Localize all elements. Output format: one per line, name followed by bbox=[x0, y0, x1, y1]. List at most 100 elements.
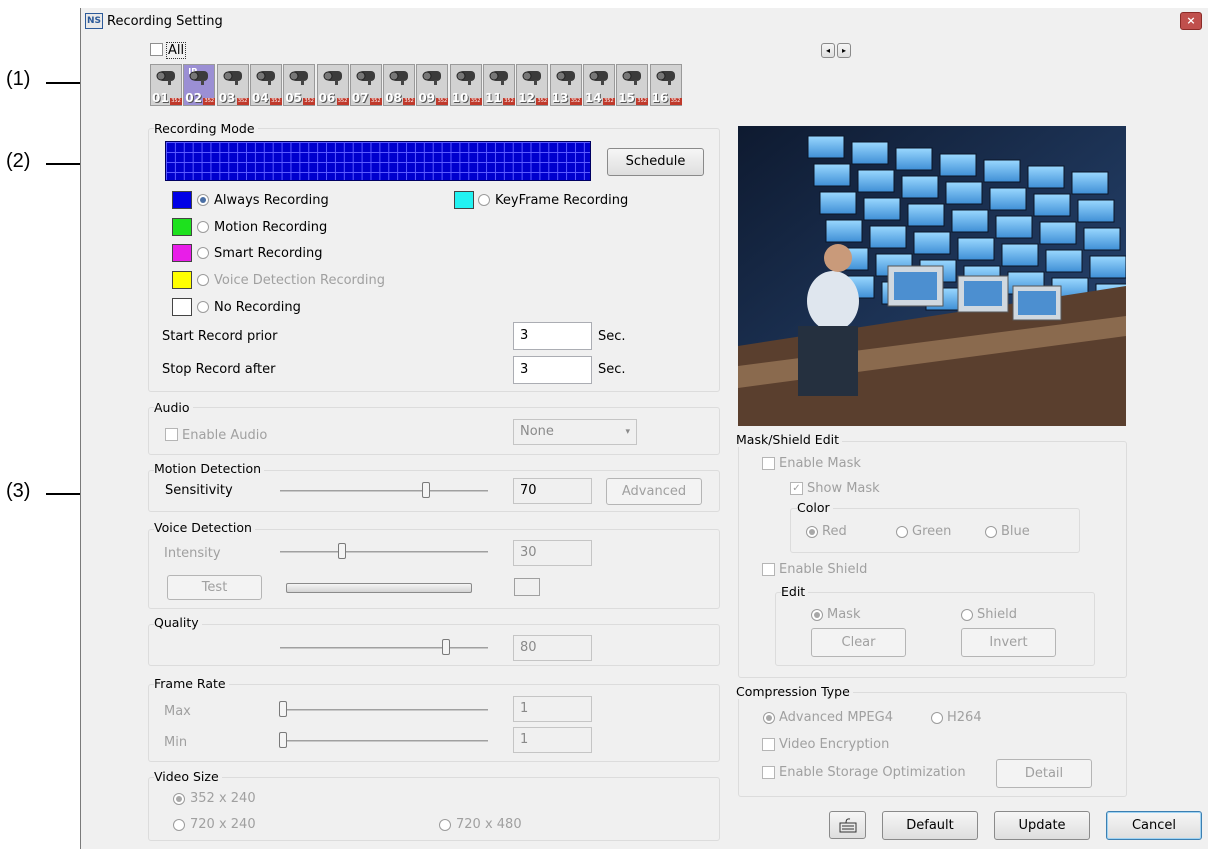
audio-source-dropdown[interactable]: None ▾ bbox=[513, 419, 637, 445]
smart-recording-radio[interactable] bbox=[197, 247, 209, 259]
show-mask-checkbox[interactable]: ✓ bbox=[790, 482, 803, 495]
sensitivity-value[interactable]: 70 bbox=[513, 478, 592, 504]
camera-icon bbox=[556, 71, 575, 85]
update-button[interactable]: Update bbox=[994, 811, 1090, 840]
color-red-radio[interactable] bbox=[806, 526, 818, 538]
size-720x480-radio[interactable] bbox=[439, 819, 451, 831]
size-352x240-radio[interactable] bbox=[173, 793, 185, 805]
camera-08-button[interactable]: 08 352 bbox=[383, 64, 416, 106]
h264-radio[interactable] bbox=[931, 712, 943, 724]
camera-number: 02 bbox=[185, 91, 202, 105]
resolution-tag: 352 bbox=[469, 98, 482, 105]
camera-number: 08 bbox=[385, 91, 402, 105]
keyframe-recording-radio[interactable] bbox=[478, 194, 490, 206]
no-recording-radio[interactable] bbox=[197, 301, 209, 313]
motion-recording-label: Motion Recording bbox=[214, 220, 328, 235]
frame-rate-min-thumb[interactable] bbox=[279, 732, 287, 748]
enable-mask-checkbox[interactable] bbox=[762, 457, 775, 470]
resolution-tag: 352 bbox=[536, 98, 549, 105]
callout-2: (2) bbox=[6, 150, 31, 172]
stop-after-field[interactable]: 3 bbox=[513, 356, 592, 384]
frame-rate-max-value[interactable]: 1 bbox=[513, 696, 592, 722]
frame-rate-title: Frame Rate bbox=[154, 676, 229, 691]
wall-monitor bbox=[863, 197, 901, 221]
all-cameras-checkbox[interactable] bbox=[150, 43, 163, 56]
advanced-button[interactable]: Advanced bbox=[606, 478, 702, 505]
wall-monitor bbox=[895, 147, 933, 171]
wall-monitor bbox=[857, 169, 895, 193]
camera-03-button[interactable]: 03 352 bbox=[216, 64, 249, 106]
camera-14-button[interactable]: 14 352 bbox=[582, 64, 615, 106]
wall-monitor bbox=[1033, 193, 1071, 217]
default-button[interactable]: Default bbox=[882, 811, 978, 840]
camera-next-button[interactable]: ▸ bbox=[837, 43, 851, 58]
camera-02-button[interactable]: IP 02 352 bbox=[183, 64, 216, 106]
camera-07-button[interactable]: 07 352 bbox=[349, 64, 382, 106]
camera-16-button[interactable]: 16 352 bbox=[649, 64, 682, 106]
start-prior-field[interactable]: 3 bbox=[513, 322, 592, 350]
cancel-button[interactable]: Cancel bbox=[1106, 811, 1202, 840]
motion-recording-radio[interactable] bbox=[197, 221, 209, 233]
callout-3: (3) bbox=[6, 480, 31, 502]
color-green-radio[interactable] bbox=[896, 526, 908, 538]
resolution-tag: 352 bbox=[269, 98, 282, 105]
quality-slider-thumb[interactable] bbox=[442, 639, 451, 655]
intensity-slider[interactable] bbox=[280, 551, 488, 553]
frame-rate-max-label: Max bbox=[164, 704, 191, 719]
frame-rate-max-slider[interactable] bbox=[280, 709, 488, 711]
test-button[interactable]: Test bbox=[167, 575, 262, 600]
quality-value[interactable]: 80 bbox=[513, 635, 592, 661]
camera-06-button[interactable]: 06 352 bbox=[316, 64, 349, 106]
storage-optimization-checkbox[interactable] bbox=[762, 766, 775, 779]
enable-audio-label: Enable Audio bbox=[182, 428, 268, 443]
camera-prev-button[interactable]: ◂ bbox=[821, 43, 835, 58]
frame-rate-max-thumb[interactable] bbox=[279, 701, 287, 717]
mpeg4-radio[interactable] bbox=[763, 712, 775, 724]
camera-12-button[interactable]: 12 352 bbox=[516, 64, 549, 106]
edit-shield-radio[interactable] bbox=[961, 609, 973, 621]
camera-11-button[interactable]: 11 352 bbox=[483, 64, 515, 106]
camera-09-button[interactable]: 09 352 bbox=[416, 64, 449, 106]
schedule-button[interactable]: Schedule bbox=[607, 148, 704, 176]
camera-10-button[interactable]: 10 352 bbox=[449, 64, 482, 106]
color-blue-radio[interactable] bbox=[985, 526, 997, 538]
resolution-tag: 352 bbox=[303, 98, 316, 105]
audio-title: Audio bbox=[154, 400, 193, 415]
clear-button[interactable]: Clear bbox=[811, 628, 906, 657]
sensitivity-slider[interactable] bbox=[280, 490, 488, 492]
size-720x480-label: 720 x 480 bbox=[456, 817, 522, 832]
sensitivity-slider-thumb[interactable] bbox=[421, 482, 430, 498]
intensity-slider-thumb[interactable] bbox=[338, 543, 347, 559]
motion-color-swatch bbox=[172, 218, 192, 236]
camera-05-button[interactable]: 05 352 bbox=[283, 64, 316, 106]
schedule-timeline[interactable] bbox=[165, 141, 591, 181]
video-encryption-checkbox[interactable] bbox=[762, 738, 775, 751]
camera-number: 04 bbox=[251, 91, 269, 105]
callout-1: (1) bbox=[6, 68, 31, 90]
edit-mask-radio[interactable] bbox=[811, 609, 823, 621]
recording-mode-title: Recording Mode bbox=[154, 121, 258, 136]
edit-title: Edit bbox=[781, 584, 809, 599]
invert-button[interactable]: Invert bbox=[961, 628, 1056, 657]
always-recording-radio[interactable] bbox=[197, 194, 209, 206]
camera-04-button[interactable]: 04 352 bbox=[249, 64, 282, 106]
wall-monitor bbox=[819, 191, 857, 215]
camera-13-button[interactable]: 13 352 bbox=[549, 64, 582, 106]
enable-audio-checkbox[interactable] bbox=[165, 428, 178, 441]
wall-monitor bbox=[869, 225, 907, 249]
keyboard-button[interactable] bbox=[829, 811, 866, 839]
detail-button[interactable]: Detail bbox=[996, 759, 1092, 788]
audio-source-value: None bbox=[520, 424, 554, 439]
frame-rate-min-value[interactable]: 1 bbox=[513, 727, 592, 753]
enable-shield-checkbox[interactable] bbox=[762, 563, 775, 576]
voice-recording-radio[interactable] bbox=[197, 274, 209, 286]
resolution-tag: 352 bbox=[236, 98, 249, 105]
camera-15-button[interactable]: 15 352 bbox=[616, 64, 649, 106]
intensity-value[interactable]: 30 bbox=[513, 540, 592, 566]
size-720x240-radio[interactable] bbox=[173, 819, 185, 831]
frame-rate-min-slider[interactable] bbox=[280, 740, 488, 742]
close-button[interactable]: × bbox=[1180, 12, 1202, 30]
camera-01-button[interactable]: 01 352 bbox=[150, 64, 182, 106]
camera-number: 10 bbox=[451, 91, 469, 105]
quality-slider[interactable] bbox=[280, 647, 488, 649]
